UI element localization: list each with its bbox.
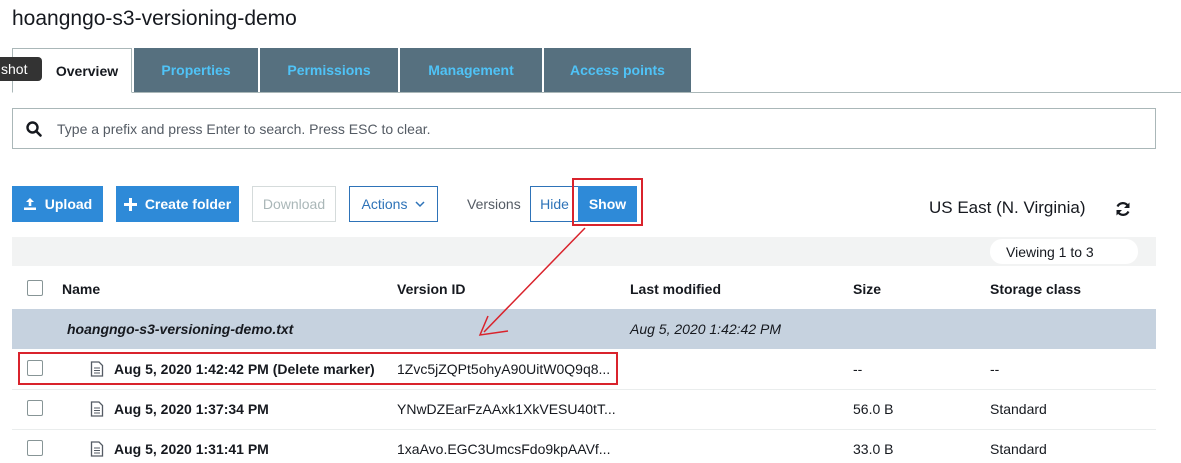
column-header-name[interactable]: Name [62,281,100,297]
upload-button[interactable]: Upload [12,186,103,222]
versions-label: Versions [467,196,521,212]
create-folder-button[interactable]: Create folder [116,186,239,222]
version-size: 56.0 B [853,401,894,417]
plus-icon [123,197,137,211]
actions-label: Actions [361,196,408,212]
viewing-bar [12,237,1156,266]
upload-icon [23,197,37,211]
refresh-icon[interactable] [1114,200,1132,218]
tab-permissions[interactable]: Permissions [260,48,399,92]
file-icon [90,401,104,417]
search-icon [26,120,42,137]
download-button[interactable]: Download [252,186,336,222]
row-checkbox[interactable] [27,440,43,456]
version-name[interactable]: Aug 5, 2020 1:42:42 PM (Delete marker) [114,361,375,377]
version-id: 1xaAvo.EGC3UmcsFdo9kpAAVf... [397,441,611,457]
version-storage-class: Standard [990,401,1047,417]
row-checkbox[interactable] [27,360,43,376]
tab-properties[interactable]: Properties [134,48,259,92]
object-name[interactable]: hoangngo-s3-versioning-demo.txt [67,321,293,337]
viewing-count: Viewing 1 to 3 [990,239,1138,264]
search-input[interactable] [57,120,1137,137]
version-id: YNwDZEarFzAAxk1XkVESU40tT... [397,401,616,417]
row-divider [12,429,1156,430]
version-name[interactable]: Aug 5, 2020 1:37:34 PM [114,401,269,417]
column-header-version-id[interactable]: Version ID [397,281,465,297]
version-storage-class: Standard [990,441,1047,457]
row-divider [12,389,1156,390]
file-icon [90,361,104,377]
version-size: -- [853,361,863,377]
version-storage-class: -- [990,361,1000,377]
column-header-storage-class[interactable]: Storage class [990,281,1081,297]
version-id: 1Zvc5jZQPt5ohyA90UitW0Q9q8... [397,361,611,377]
versions-show-button[interactable]: Show [578,186,637,222]
tab-access-points[interactable]: Access points [544,48,692,92]
actions-dropdown[interactable]: Actions [349,186,438,222]
object-last-modified: Aug 5, 2020 1:42:42 PM [630,321,781,337]
tab-management[interactable]: Management [400,48,543,92]
select-all-checkbox[interactable] [27,280,43,296]
row-checkbox[interactable] [27,400,43,416]
version-name[interactable]: Aug 5, 2020 1:31:41 PM [114,441,269,457]
upload-label: Upload [44,196,93,212]
versions-hide-button[interactable]: Hide [530,186,578,222]
search-box[interactable] [12,108,1156,149]
tabs-divider [12,92,1181,93]
column-header-size[interactable]: Size [853,281,881,297]
version-size: 33.0 B [853,441,894,457]
create-folder-label: Create folder [144,196,232,212]
file-icon [90,441,104,457]
page-title: hoangngo-s3-versioning-demo [12,7,297,30]
tooltip: shot [0,57,42,81]
region-label: US East (N. Virginia) [929,198,1086,217]
column-header-last-modified[interactable]: Last modified [630,281,721,297]
chevron-down-icon [415,201,425,208]
